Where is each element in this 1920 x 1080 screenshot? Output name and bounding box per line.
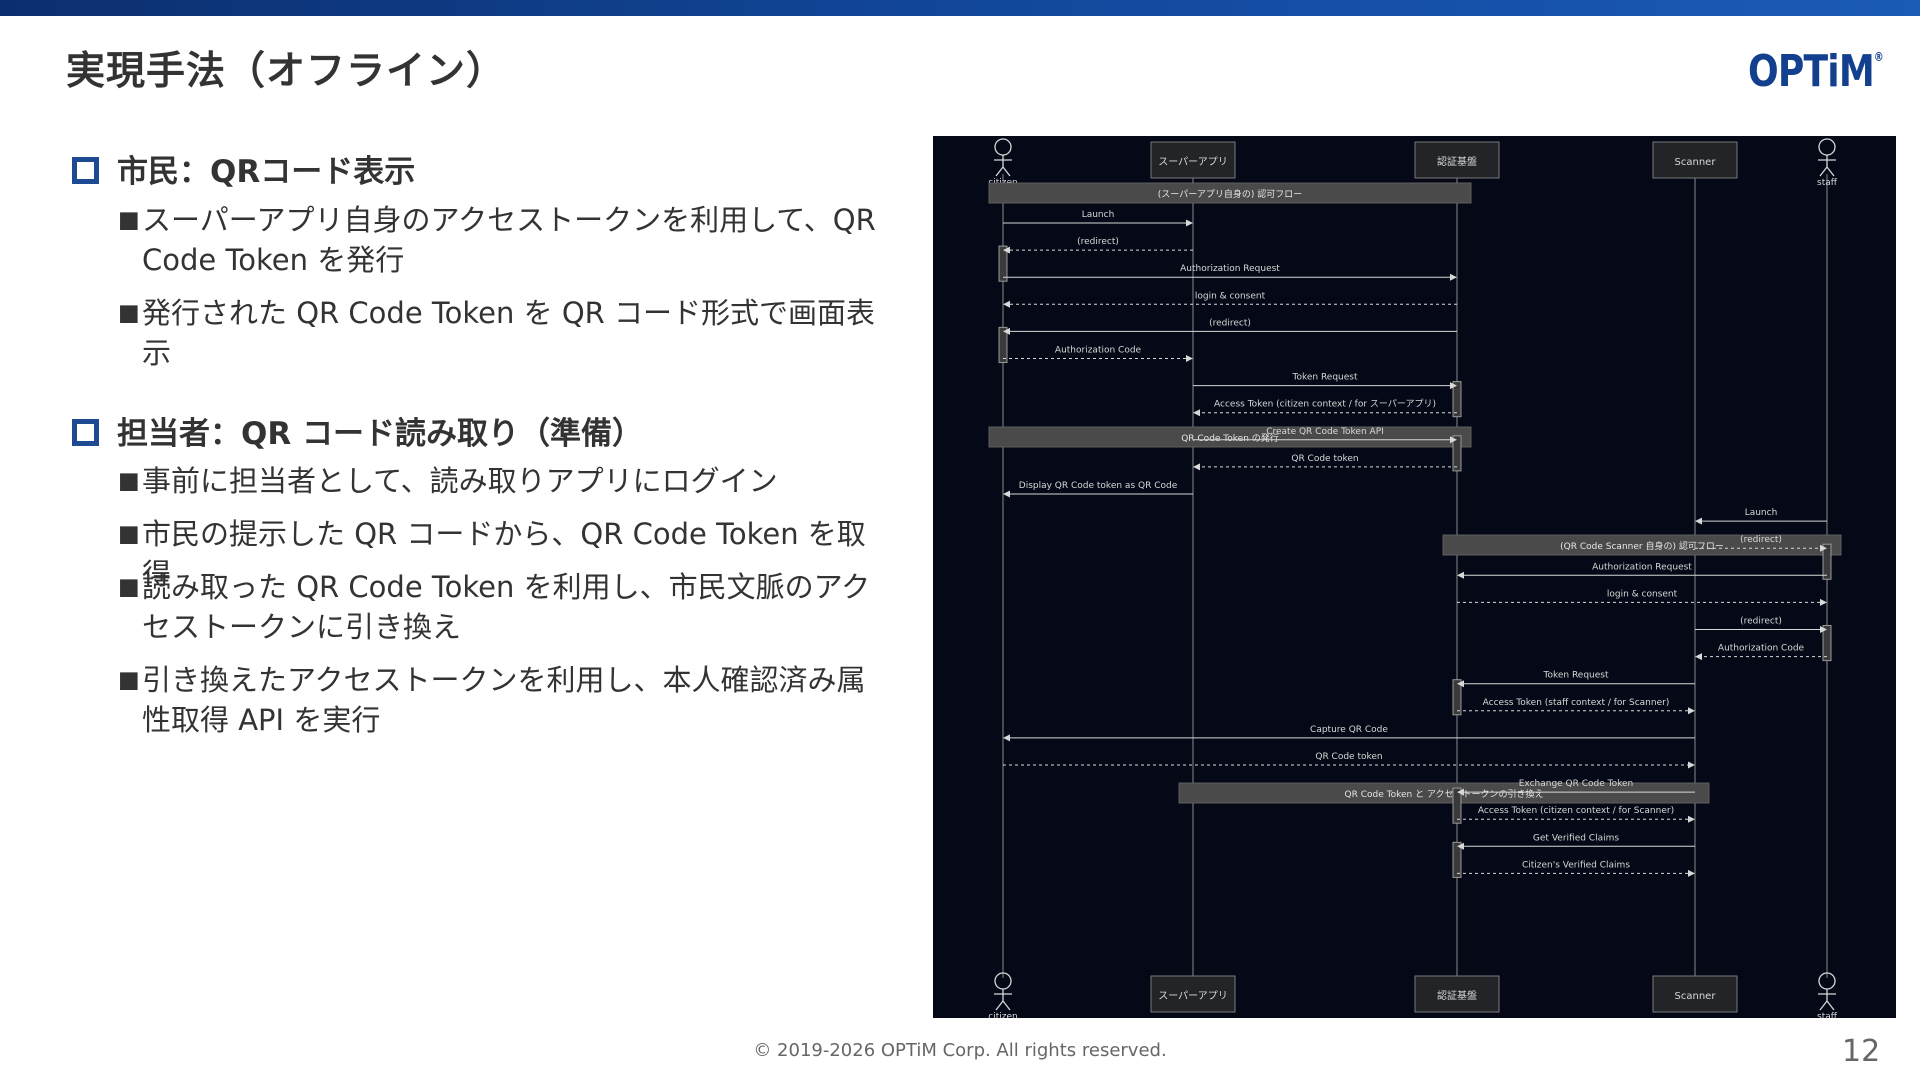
message-label: Token Request [1291,373,1357,383]
note-label: (QR Code Scanner 自身の) 認可フロー [1560,540,1724,552]
message-label: QR Code token [1315,752,1382,762]
message-label: Token Request [1542,671,1608,681]
arrowhead-icon [1688,815,1695,823]
actor-icon-staff-leg-left [1819,166,1828,177]
arrowhead-icon [1820,598,1827,606]
bullet-item: ■ 読み取った QR Code Token を利用し、市民文脈のアクセストークンに… [118,567,888,647]
message-label: login & consent [1195,291,1266,301]
arrowhead-icon [1688,869,1695,877]
participant-label-scanner: Scanner [1675,157,1717,168]
participant-label-staff: staff [1817,178,1838,188]
message-label: Authorization Request [1180,264,1280,274]
message-label: Authorization Request [1592,562,1692,572]
participant-label-app: スーパーアプリ [1158,156,1228,168]
bullet-item: ■ スーパーアプリ自身のアクセストークンを利用して、QR Code Token を… [118,200,888,280]
square-bullet-icon: ■ [118,468,140,494]
actor-icon-staff-leg-left [1819,1000,1828,1011]
bullet-text: スーパーアプリ自身のアクセストークンを利用して、QR Code Token を発… [142,203,876,277]
square-bullet-icon: ■ [118,300,140,326]
message-label: (redirect) [1209,318,1251,328]
arrowhead-icon [1193,463,1200,471]
note-label: QR Code Token の発行 [1181,432,1279,444]
message-label: Access Token (citizen context / for Scan… [1478,806,1674,816]
arrowhead-icon [1695,653,1702,661]
note-label: QR Code Token と アクセストークンの引き換え [1345,788,1544,800]
section-heading-text: 担当者：QR コード読み取り（準備） [117,416,644,452]
participant-label-citizen: citizen [988,1012,1017,1018]
arrowhead-icon [1450,273,1457,281]
arrowhead-icon [1695,517,1702,525]
bullet-item: ■ 事前に担当者として、読み取りアプリにログイン [118,461,888,501]
message-label: Access Token (staff context / for Scanne… [1483,698,1670,708]
copyright-footer: © 2019-2026 OPTiM Corp. All rights reser… [753,1040,1167,1061]
actor-icon-staff-leg-right [1826,166,1835,177]
participant-label-staff: staff [1817,1012,1838,1018]
arrowhead-icon [1193,409,1200,417]
message-label: QR Code token [1291,454,1358,464]
page-number: 12 [1842,1034,1881,1069]
bullet-item: ■ 引き換えたアクセストークンを利用し、本人確認済み属性取得 API を実行 [118,660,888,740]
arrowhead-icon [1003,734,1010,742]
note-label: (スーパーアプリ自身の) 認可フロー [1158,188,1302,200]
square-bullet-icon: ■ [118,521,140,547]
message-label: Authorization Code [1055,346,1142,356]
message-label: Authorization Code [1718,644,1805,654]
message-label: login & consent [1607,589,1678,599]
actor-icon-citizen-leg-right [1002,166,1011,177]
arrowhead-icon [1688,707,1695,715]
optim-logo: OPTiM® [1748,46,1884,97]
message-label: Create QR Code Token API [1266,427,1384,437]
bullet-text: 読み取った QR Code Token を利用し、市民文脈のアクセストークンに引… [142,570,871,644]
participant-label-scanner: Scanner [1675,991,1717,1002]
arrowhead-icon [1688,761,1695,769]
actor-icon-citizen-leg-left [995,166,1004,177]
arrowhead-icon [1186,219,1193,227]
square-bullet-icon [72,419,99,446]
arrowhead-icon [1003,300,1010,308]
participant-label-app: スーパーアプリ [1158,990,1228,1002]
message-label: (redirect) [1740,617,1782,627]
bullet-text: 事前に担当者として、読み取りアプリにログイン [142,464,778,498]
sequence-diagram-svg: citizencitizenスーパーアプリスーパーアプリ認証基盤認証基盤Scan… [988,138,1842,1022]
message-label: (redirect) [1077,237,1119,247]
bullet-item: ■ 発行された QR Code Token を QR コード形式で画面表示 [118,293,888,373]
actor-icon-staff-head [1818,138,1836,156]
actor-icon-citizen-leg-right [1002,1000,1011,1011]
slide-title: 実現手法（オフライン） [66,49,507,94]
section-heading-citizen: 市民：QRコード表示 [72,146,415,191]
bullet-text: 発行された QR Code Token を QR コード形式で画面表示 [142,296,876,370]
message-label: Access Token (citizen context / for スーパー… [1214,399,1436,410]
arrowhead-icon [1003,490,1010,498]
participant-label-auth: 認証基盤 [1437,155,1477,168]
arrowhead-icon [1457,571,1464,579]
message-label: Launch [1745,508,1778,518]
actor-icon-citizen-head [994,138,1012,156]
sequence-diagram: citizencitizenスーパーアプリスーパーアプリ認証基盤認証基盤Scan… [933,136,1896,1022]
square-bullet-icon: ■ [118,574,140,600]
section-heading-text: 市民：QRコード表示 [117,154,416,190]
top-accent-bar [0,0,1920,16]
square-bullet-icon: ■ [118,667,140,693]
arrowhead-icon [1186,355,1193,362]
actor-icon-citizen-leg-left [995,1000,1004,1011]
message-label: Citizen's Verified Claims [1522,860,1630,870]
message-label: Capture QR Code [1310,725,1388,735]
participant-label-auth: 認証基盤 [1437,989,1477,1002]
square-bullet-icon: ■ [118,207,140,233]
message-label: Display QR Code token as QR Code [1019,481,1178,491]
bullet-text: 引き換えたアクセストークンを利用し、本人確認済み属性取得 API を実行 [142,663,866,737]
section-heading-staff: 担当者：QR コード読み取り（準備） [72,408,643,453]
registered-mark: ® [1873,50,1884,64]
message-label: Launch [1082,210,1115,220]
logo-text: OPTiM [1748,46,1875,97]
square-bullet-icon [72,157,99,184]
message-label: Get Verified Claims [1533,833,1619,843]
message-label: Exchange QR Code Token [1519,779,1634,789]
message-label: (redirect) [1740,535,1782,545]
actor-icon-staff-leg-right [1826,1000,1835,1011]
